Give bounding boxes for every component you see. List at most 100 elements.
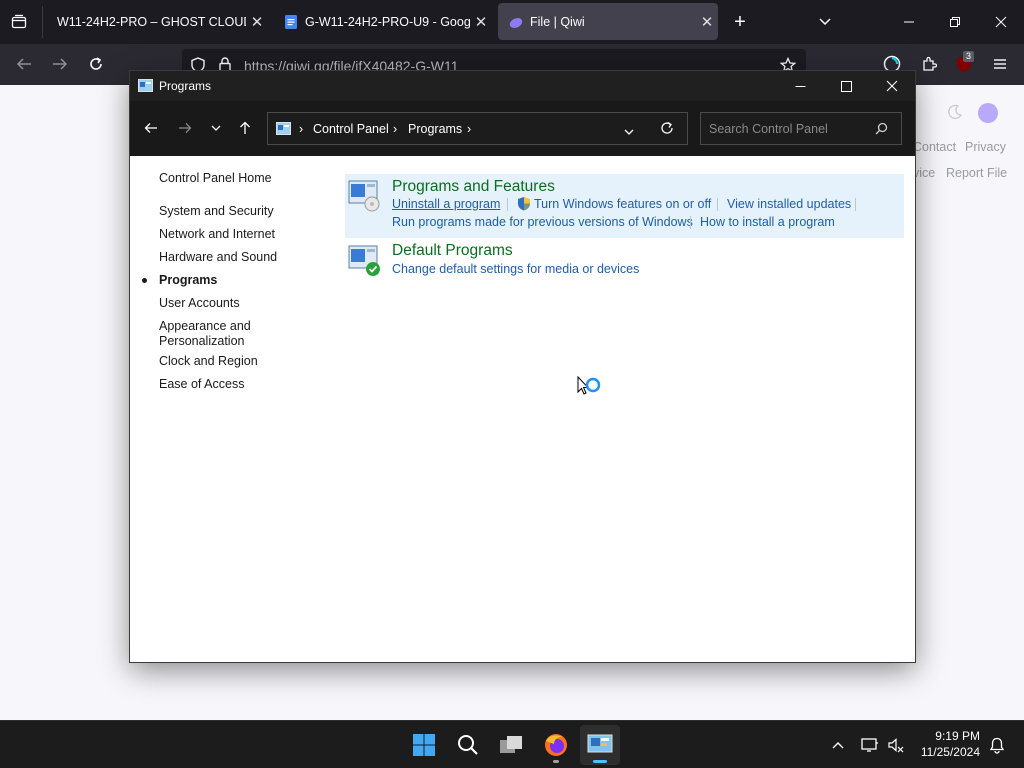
- category-default-programs: Default Programs Change default settings…: [345, 241, 904, 281]
- change-default-settings-link[interactable]: Change default settings for media or dev…: [392, 262, 639, 276]
- back-arrow-icon[interactable]: [140, 118, 162, 138]
- tab-divider: [42, 6, 43, 38]
- extensions-icon[interactable]: [918, 54, 940, 74]
- search-button[interactable]: [448, 725, 488, 765]
- search-placeholder: Search Control Panel: [709, 122, 828, 136]
- window-title: Programs: [159, 79, 212, 93]
- google-docs-icon: [285, 14, 297, 29]
- programs-features-title[interactable]: Programs and Features: [392, 178, 555, 196]
- active-indicator: [593, 760, 607, 763]
- sidebar-control-panel-home[interactable]: Control Panel Home: [159, 171, 272, 186]
- category-programs-features: Programs and Features Uninstall a progra…: [345, 174, 904, 238]
- tab-close-icon[interactable]: ✕: [696, 13, 718, 31]
- breadcrumb-control-panel[interactable]: Control Panel: [313, 122, 389, 136]
- sidebar-item-clock-region[interactable]: Clock and Region: [159, 354, 258, 369]
- user-avatar[interactable]: [978, 103, 998, 123]
- network-icon[interactable]: [859, 735, 881, 755]
- lock-icon[interactable]: [219, 57, 231, 72]
- browser-tab-bar: W11-24H2-PRO – GHOST CLOUDS ✕ G-W11-24H2…: [0, 0, 1024, 44]
- programs-features-icon: [348, 180, 380, 212]
- breadcrumb-separator-icon[interactable]: ›: [299, 122, 303, 136]
- hamburger-menu-icon[interactable]: [989, 54, 1011, 74]
- busy-cursor-icon: [577, 376, 601, 395]
- default-programs-icon: [348, 245, 380, 276]
- tab-qiwi[interactable]: File | Qiwi ✕: [498, 3, 718, 40]
- tab-title: G-W11-24H2-PRO-U9 - Google: [305, 14, 470, 29]
- recent-locations-chevron-icon[interactable]: [205, 118, 227, 138]
- link-separator: [717, 198, 718, 211]
- firefox-taskbar-button[interactable]: [536, 725, 576, 765]
- tab-google-doc[interactable]: G-W11-24H2-PRO-U9 - Google ✕: [274, 3, 492, 40]
- sidebar-item-hardware-sound[interactable]: Hardware and Sound: [159, 250, 277, 265]
- report-file-link[interactable]: Report File: [946, 166, 1007, 180]
- start-button[interactable]: [404, 725, 444, 765]
- sidebar-item-appearance[interactable]: Appearance and Personalization: [159, 319, 251, 349]
- search-icon: [458, 735, 478, 755]
- new-tab-icon[interactable]: +: [729, 11, 751, 33]
- volume-muted-icon[interactable]: [885, 735, 907, 755]
- clock-time: 9:19 PM: [935, 729, 980, 743]
- tab-close-icon[interactable]: ✕: [470, 13, 492, 31]
- close-icon[interactable]: [990, 12, 1012, 32]
- control-panel-icon: [276, 122, 291, 135]
- firefox-icon: [545, 734, 567, 756]
- up-arrow-icon[interactable]: [234, 118, 256, 138]
- windows-logo-icon: [413, 734, 435, 756]
- uninstall-program-link[interactable]: Uninstall a program: [392, 197, 500, 211]
- address-bar[interactable]: › Control Panel › Programs ›: [267, 112, 688, 145]
- uac-shield-icon: [518, 197, 530, 211]
- breadcrumb-separator-icon[interactable]: ›: [467, 122, 471, 136]
- clock-date: 11/25/2024: [920, 745, 980, 759]
- window-maximize-button[interactable]: [823, 71, 869, 101]
- how-to-install-link[interactable]: How to install a program: [700, 215, 835, 229]
- control-panel-icon: [138, 79, 153, 92]
- tab-close-icon[interactable]: ✕: [246, 13, 268, 31]
- refresh-icon[interactable]: [660, 121, 674, 138]
- control-panel-window: Programs › Control Panel › Programs › Se…: [130, 71, 915, 662]
- back-icon[interactable]: [13, 54, 35, 74]
- run-older-programs-link[interactable]: Run programs made for previous versions …: [392, 215, 693, 229]
- qiwi-icon: [509, 17, 523, 28]
- forward-icon[interactable]: [49, 54, 71, 74]
- search-icon[interactable]: [875, 122, 888, 138]
- sidebar-item-ease-of-access[interactable]: Ease of Access: [159, 377, 244, 392]
- system-clock[interactable]: 9:19 PM 11/25/2024: [921, 728, 980, 760]
- reload-icon[interactable]: [85, 54, 107, 74]
- contact-link[interactable]: Contact: [913, 140, 956, 154]
- sidebar-item-network-internet[interactable]: Network and Internet: [159, 227, 275, 242]
- breadcrumb-separator-icon[interactable]: ›: [393, 122, 397, 136]
- default-programs-title[interactable]: Default Programs: [392, 242, 513, 260]
- theme-moon-icon[interactable]: [947, 104, 963, 123]
- search-control-panel-input[interactable]: Search Control Panel: [700, 112, 902, 145]
- privacy-link[interactable]: Privacy: [965, 140, 1006, 154]
- address-dropdown-icon[interactable]: [624, 125, 634, 139]
- restore-icon[interactable]: [944, 12, 966, 32]
- show-hidden-icons-chevron-icon[interactable]: [829, 737, 847, 753]
- sidebar-item-user-accounts[interactable]: User Accounts: [159, 296, 240, 311]
- breadcrumb-programs[interactable]: Programs: [408, 122, 462, 136]
- running-indicator: [553, 760, 559, 763]
- notification-bell-icon[interactable]: [986, 735, 1008, 755]
- control-panel-icon: [587, 734, 613, 753]
- address-toolbar: › Control Panel › Programs › Search Cont…: [130, 101, 915, 156]
- link-separator: [507, 198, 508, 211]
- task-view-button[interactable]: [492, 725, 532, 765]
- window-close-button[interactable]: [869, 71, 915, 101]
- chevron-down-icon[interactable]: [814, 12, 836, 32]
- tab-ghost-clouds[interactable]: W11-24H2-PRO – GHOST CLOUDS ✕: [48, 3, 268, 40]
- ublock-icon[interactable]: 3: [953, 51, 975, 74]
- windows-features-link[interactable]: Turn Windows features on or off: [534, 197, 711, 211]
- control-panel-taskbar-button[interactable]: [580, 725, 620, 765]
- view-installed-updates-link[interactable]: View installed updates: [727, 197, 851, 211]
- window-minimize-button[interactable]: [777, 71, 823, 101]
- tab-list-icon[interactable]: [8, 12, 30, 32]
- sidebar-item-system-security[interactable]: System and Security: [159, 204, 274, 219]
- task-view-icon: [500, 736, 522, 753]
- minimize-icon[interactable]: [898, 12, 920, 32]
- window-titlebar[interactable]: Programs: [130, 71, 915, 101]
- current-item-bullet: [142, 278, 147, 283]
- link-separator: [690, 216, 691, 229]
- service-link[interactable]: vice: [913, 166, 935, 180]
- sidebar-item-programs[interactable]: Programs: [159, 273, 217, 288]
- forward-arrow-icon[interactable]: [174, 118, 196, 138]
